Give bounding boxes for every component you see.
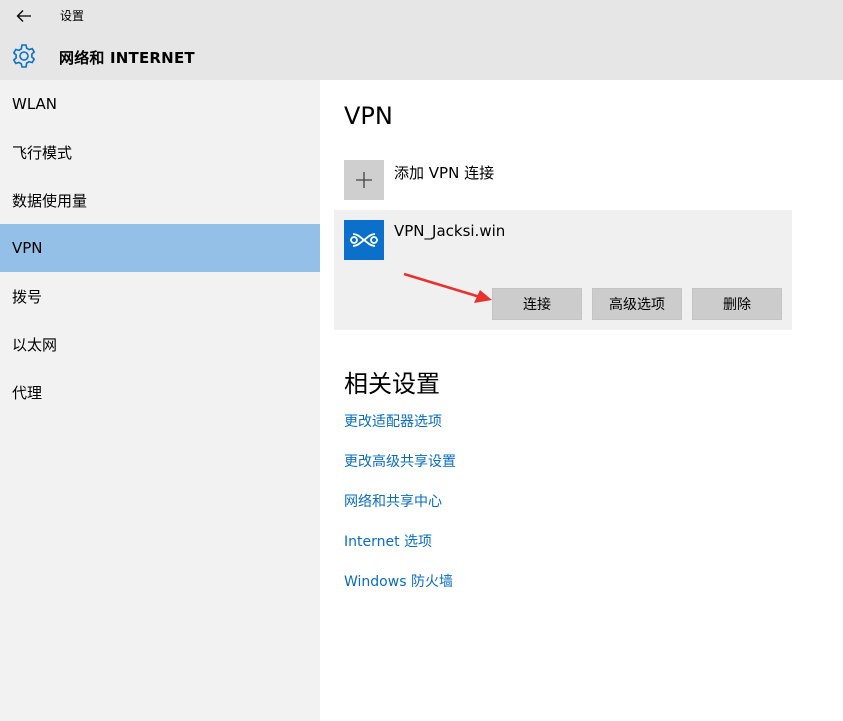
sidebar-item-proxy[interactable]: 代理 (0, 368, 320, 416)
gear-icon (12, 44, 36, 68)
plus-icon (344, 160, 384, 200)
sidebar-item-data-usage[interactable]: 数据使用量 (0, 176, 320, 224)
sidebar-item-ethernet[interactable]: 以太网 (0, 320, 320, 368)
add-vpn-label: 添加 VPN 连接 (394, 164, 495, 182)
main-content: VPN 添加 VPN 连接 VPN_Jacksi.win 连接 高级选项 删除 … (320, 80, 843, 721)
sidebar-item-label: 代理 (12, 383, 43, 402)
link-internet-options[interactable]: Internet 选项 (344, 531, 432, 551)
add-vpn-connection-button[interactable]: 添加 VPN 连接 (344, 160, 604, 200)
delete-button[interactable]: 删除 (692, 288, 782, 320)
back-arrow-icon (16, 10, 31, 22)
link-network-sharing-center[interactable]: 网络和共享中心 (344, 491, 442, 511)
advanced-options-button-label: 高级选项 (609, 297, 665, 313)
advanced-options-button[interactable]: 高级选项 (592, 288, 682, 320)
sidebar-item-wlan[interactable]: WLAN (0, 80, 320, 128)
sidebar-item-label: 以太网 (12, 335, 58, 354)
back-button[interactable] (12, 5, 36, 27)
page-title: 网络和 INTERNET (59, 49, 195, 67)
vpn-connection-name: VPN_Jacksi.win (394, 222, 506, 240)
sidebar-item-label: VPN (12, 239, 43, 257)
sidebar-item-label: 数据使用量 (12, 191, 88, 210)
sidebar-item-label: 拨号 (12, 287, 43, 306)
sidebar-item-label: 飞行模式 (12, 143, 73, 162)
sidebar-item-dial-up[interactable]: 拨号 (0, 272, 320, 320)
link-windows-firewall[interactable]: Windows 防火墙 (344, 571, 453, 591)
sidebar-nav: WLAN 飞行模式 数据使用量 VPN 拨号 以太网 代理 (0, 80, 320, 721)
link-change-advanced-sharing[interactable]: 更改高级共享设置 (344, 451, 456, 471)
title-bar: 设置 网络和 INTERNET (0, 0, 843, 80)
sidebar-item-vpn[interactable]: VPN (0, 224, 320, 272)
related-settings-title: 相关设置 (344, 370, 440, 398)
vpn-icon (344, 220, 384, 260)
window-title: 设置 (60, 9, 85, 23)
sidebar-item-label: WLAN (12, 95, 58, 113)
connect-button-label: 连接 (523, 297, 551, 313)
sidebar-item-airplane-mode[interactable]: 飞行模式 (0, 128, 320, 176)
red-arrow-annotation (403, 272, 492, 303)
vpn-section-title: VPN (344, 102, 393, 130)
link-change-adapter-options[interactable]: 更改适配器选项 (344, 411, 442, 431)
connect-button[interactable]: 连接 (492, 288, 582, 320)
delete-button-label: 删除 (723, 297, 751, 313)
